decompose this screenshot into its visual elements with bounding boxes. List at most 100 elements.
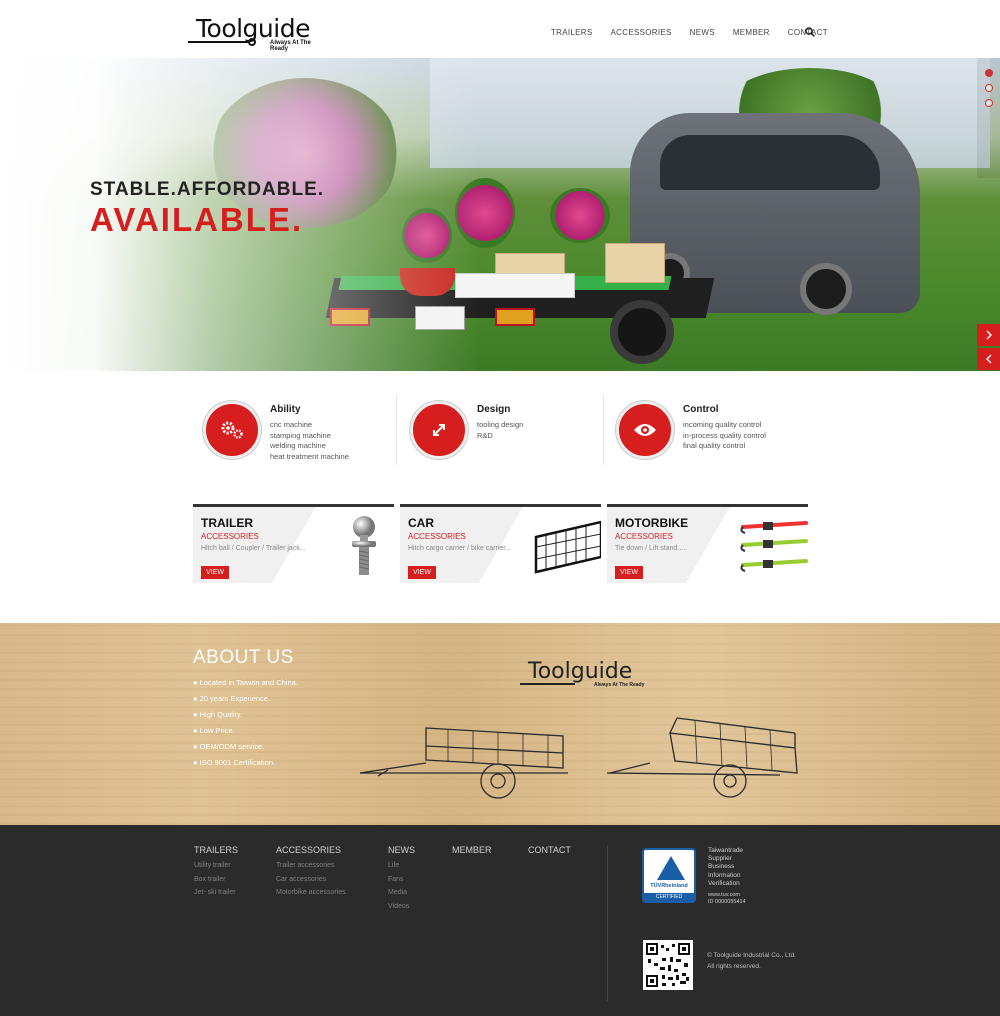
view-button[interactable]: VIEW [615, 566, 643, 579]
feature-line: final quality control [683, 441, 746, 450]
footer-link[interactable]: Life [388, 859, 415, 873]
feature-line: heat treatment machine [270, 451, 349, 461]
tuv-badge-logo[interactable]: TÜVRheinland CERTIFIED [642, 848, 696, 903]
chevron-left-icon [985, 354, 991, 364]
footer-heading[interactable]: CONTACT [528, 845, 571, 855]
car-window [660, 135, 880, 190]
card-motorbike[interactable]: MOTORBIKE ACCESSORIES Tie down / Lift st… [607, 504, 808, 583]
footer-heading[interactable]: NEWS [388, 845, 415, 855]
about-section: ABOUT US ● Located in Taiwan and China. … [0, 623, 1000, 825]
footer-col-news: NEWS Life Fans Media Videos [388, 845, 415, 913]
card-car[interactable]: CAR ACCESSORIES Hitch cargo carrier / bi… [400, 504, 601, 583]
slider-dot-1[interactable] [985, 69, 993, 77]
view-button[interactable]: VIEW [201, 566, 229, 579]
verify-line: Information [708, 871, 741, 879]
tuv-brand: TÜVRheinland [650, 883, 688, 889]
footer-col-accessories: ACCESSORIES Trailer accessories Car acce… [276, 845, 346, 900]
trailer-light-right [495, 308, 535, 326]
feature-line: R&D [477, 430, 493, 440]
about-title: ABOUT US [193, 647, 294, 668]
footer-heading[interactable]: TRAILERS [194, 845, 238, 855]
tuv-triangle-icon [657, 856, 685, 880]
card-trailer[interactable]: TRAILER ACCESSORIES Hitch ball / Coupler… [193, 504, 394, 583]
card-description: Tie down / Lift stand..... [615, 545, 688, 552]
feature-lines: tooling design R&D [477, 420, 523, 441]
about-logo: Toolguide Always At The Ready [520, 659, 650, 689]
logo-text: Toolguide [528, 659, 633, 684]
feature-divider [396, 395, 397, 465]
footer-link[interactable]: Videos [388, 900, 415, 914]
slider-next-button[interactable] [977, 324, 1000, 346]
feature-line: tooling design [477, 420, 524, 429]
footer-heading[interactable]: ACCESSORIES [276, 845, 346, 855]
slider-prev-button[interactable] [977, 348, 1000, 370]
about-point: ● Located in Taiwan and China. [193, 678, 298, 687]
nav-trailers[interactable]: TRAILERS [551, 28, 593, 37]
logo-ring [248, 38, 256, 46]
footer-heading[interactable]: MEMBER [452, 845, 492, 855]
verify-line: Verification [708, 879, 740, 887]
cargo-box-2 [605, 243, 665, 283]
feature-line: stamping machine [270, 430, 331, 440]
card-description: Hitch ball / Coupler / Trailer jack... [201, 545, 306, 552]
footer-link[interactable]: Box trailer [194, 873, 238, 887]
about-point: ● High Quality. [193, 710, 242, 719]
about-point: ● OEM/ODM service. [193, 742, 265, 751]
accessory-cards: TRAILER ACCESSORIES Hitch ball / Coupler… [193, 504, 808, 583]
logo-tagline: Always At The Ready [594, 682, 645, 688]
card-description: Hitch cargo carrier / bike carrier... [408, 545, 512, 552]
site-logo[interactable]: Toolguide Always At The Ready [188, 14, 320, 52]
card-title: MOTORBIKE [615, 516, 689, 530]
feature-line: welding machine [270, 441, 326, 450]
footer-link[interactable]: Fans [388, 873, 415, 887]
hero-banner: STABLE.AFFORDABLE. AVAILABLE. [0, 58, 1000, 371]
footer-link[interactable]: Car accessories [276, 873, 346, 887]
verification-id: www.tuv.com ID 0000055414 [708, 892, 746, 906]
footer-link[interactable]: Motorbike accessories [276, 886, 346, 900]
hero-slogan-line1: STABLE.AFFORDABLE. [90, 179, 325, 200]
card-subtitle: ACCESSORIES [615, 532, 673, 541]
footer-divider [607, 845, 608, 1001]
card-title: TRAILER [201, 516, 253, 530]
card-subtitle: ACCESSORIES [408, 532, 466, 541]
nav-member[interactable]: MEMBER [733, 28, 770, 37]
slider-dot-2[interactable] [985, 84, 993, 92]
about-points: ● Located in Taiwan and China. ● 20 year… [193, 675, 298, 771]
verify-line: Business [708, 863, 735, 871]
tie-down-straps-image [740, 521, 808, 572]
gears-icon [203, 401, 261, 459]
footer-link[interactable]: Trailer accessories [276, 859, 346, 873]
verify-line: Taiwantrade [708, 847, 744, 854]
footer-link[interactable]: Utility trailer [194, 859, 238, 873]
site-header: Toolguide Always At The Ready TRAILERS A… [0, 0, 1000, 58]
feature-title: Design [477, 404, 511, 415]
tuv-certified: CERTIFIED [644, 893, 694, 901]
feature-title: Ability [270, 404, 301, 415]
car-wheel-front [800, 263, 852, 315]
trailer-wheel [610, 300, 674, 364]
about-point: ● 20 years Experience. [193, 694, 271, 703]
about-point: ● Low Price. [193, 726, 235, 735]
feature-design: Design tooling design R&D [400, 395, 605, 465]
nav-accessories[interactable]: ACCESSORIES [611, 28, 672, 37]
trailer-sketch-right-image [606, 717, 798, 798]
search-icon[interactable] [805, 27, 815, 37]
view-button[interactable]: VIEW [408, 566, 436, 579]
slider-dot-3[interactable] [985, 99, 993, 107]
footer-link[interactable]: Jet- ski trailer [194, 886, 238, 900]
nav-news[interactable]: NEWS [690, 28, 715, 37]
expand-arrows-icon [410, 401, 468, 459]
site-footer: TRAILERS Utility trailer Box trailer Jet… [0, 825, 1000, 1016]
hero-slogan-line2: AVAILABLE. [90, 201, 304, 238]
footer-col-member: MEMBER [452, 845, 492, 859]
feature-line: cnc machine [270, 420, 313, 429]
logo-tagline: Always At The Ready [270, 40, 311, 52]
footer-link[interactable]: Media [388, 886, 415, 900]
verify-url: www.tuv.com [708, 892, 740, 898]
feature-line: incoming quality control [683, 420, 762, 429]
logo-line [188, 41, 250, 43]
card-title: CAR [408, 516, 434, 530]
trailer-sketch-left-image [359, 727, 568, 799]
flower-3 [550, 188, 610, 243]
rights-line: All rights reserved. [707, 963, 761, 970]
